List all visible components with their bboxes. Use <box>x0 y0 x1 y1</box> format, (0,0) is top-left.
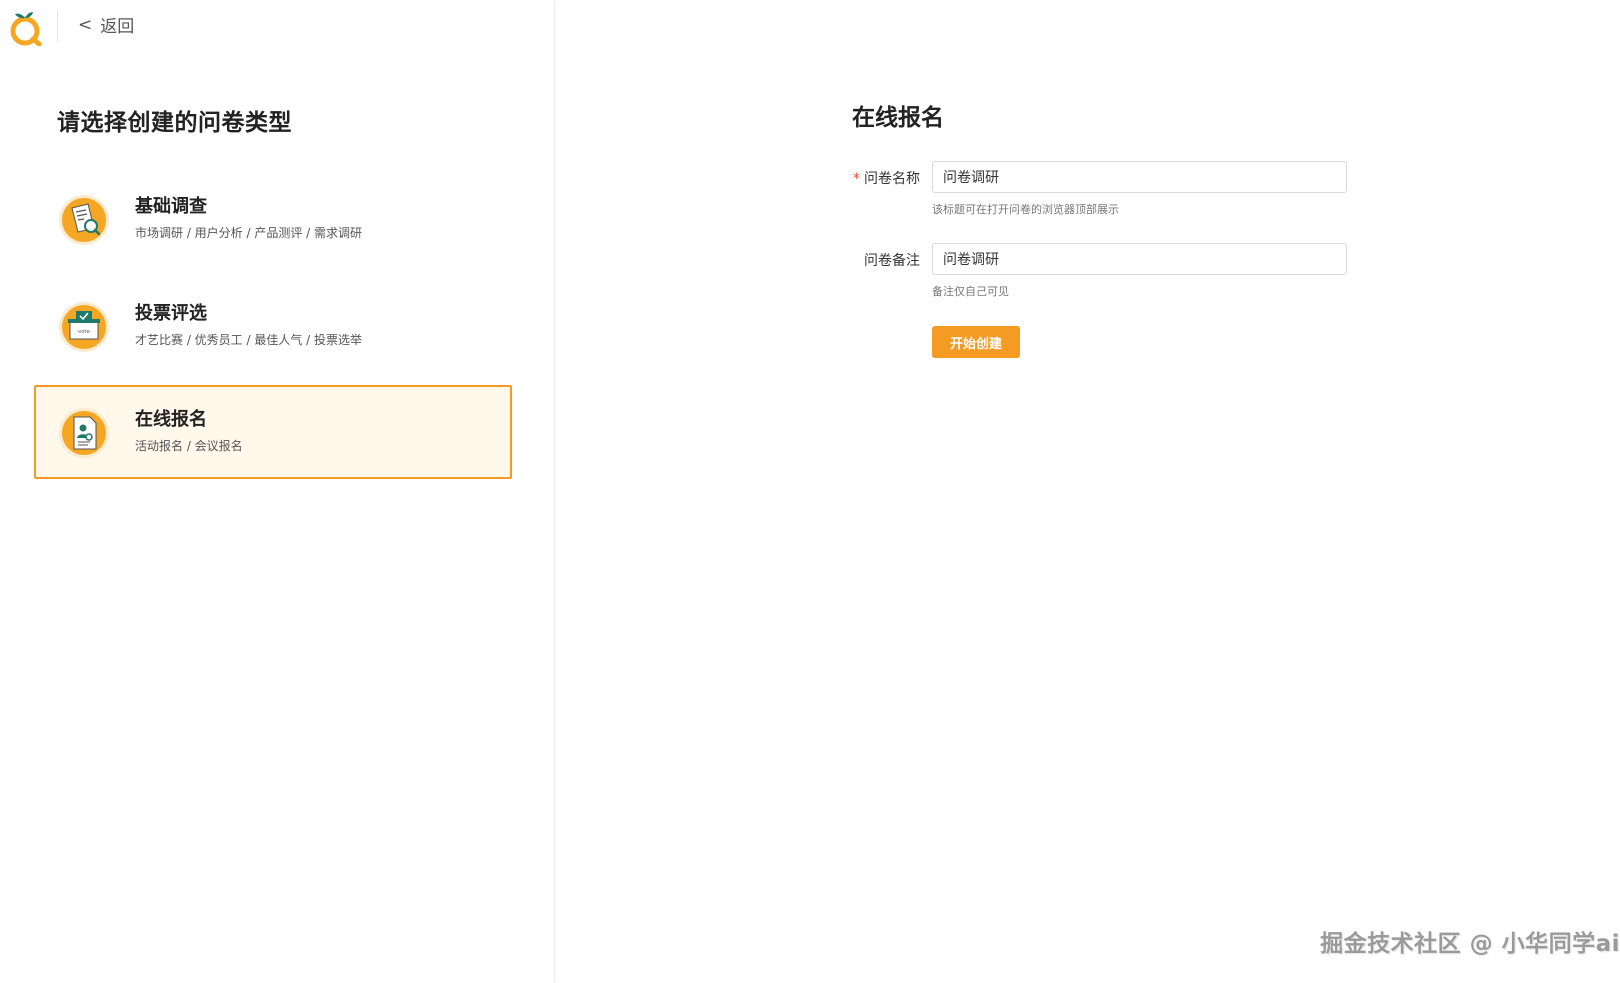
survey-name-input[interactable] <box>932 161 1347 193</box>
type-selection-panel: < 返回 请选择创建的问卷类型 基础调查 市场调研 / 用户分析 / 产品测评 … <box>0 0 555 983</box>
required-mark: * <box>853 171 860 187</box>
type-card-desc: 才艺比赛 / 优秀员工 / 最佳人气 / 投票选举 <box>135 333 363 347</box>
back-button[interactable]: < 返回 <box>78 12 135 38</box>
type-card-desc: 市场调研 / 用户分析 / 产品测评 / 需求调研 <box>135 226 363 240</box>
watermark: 掘金技术社区 @ 小华同学ai <box>1320 931 1620 957</box>
survey-name-label-text: 问卷名称 <box>864 171 920 187</box>
survey-note-input[interactable] <box>932 243 1347 275</box>
type-card-title: 在线报名 <box>135 409 207 430</box>
survey-note-label: 问卷备注 <box>864 253 920 269</box>
form-panel <box>556 0 1620 983</box>
chevron-left-icon: < <box>78 14 93 35</box>
type-card-basic-survey[interactable]: 基础调查 市场调研 / 用户分析 / 产品测评 / 需求调研 <box>34 172 512 266</box>
survey-name-hint: 该标题可在打开问卷的浏览器顶部展示 <box>932 203 1119 216</box>
type-card-desc: 活动报名 / 会议报名 <box>135 439 243 453</box>
vote-box-icon: -vote- <box>59 302 109 352</box>
survey-note-hint: 备注仅自己可见 <box>932 285 1009 298</box>
back-label: 返回 <box>100 17 135 37</box>
page-title: 请选择创建的问卷类型 <box>57 110 292 136</box>
type-card-vote[interactable]: -vote- 投票评选 才艺比赛 / 优秀员工 / 最佳人气 / 投票选举 <box>34 279 512 373</box>
survey-search-icon <box>59 195 109 245</box>
form-title: 在线报名 <box>852 105 944 131</box>
type-card-title: 投票评选 <box>135 303 207 324</box>
header-divider <box>57 10 58 42</box>
app-logo-icon[interactable] <box>8 8 44 46</box>
survey-name-label: * 问卷名称 <box>840 168 920 188</box>
vote-icon-text: -vote- <box>77 329 92 335</box>
registration-form-icon <box>59 408 109 458</box>
type-card-title: 基础调查 <box>135 196 207 217</box>
type-card-registration[interactable]: 在线报名 活动报名 / 会议报名 <box>34 385 512 479</box>
start-create-button[interactable]: 开始创建 <box>932 326 1020 358</box>
